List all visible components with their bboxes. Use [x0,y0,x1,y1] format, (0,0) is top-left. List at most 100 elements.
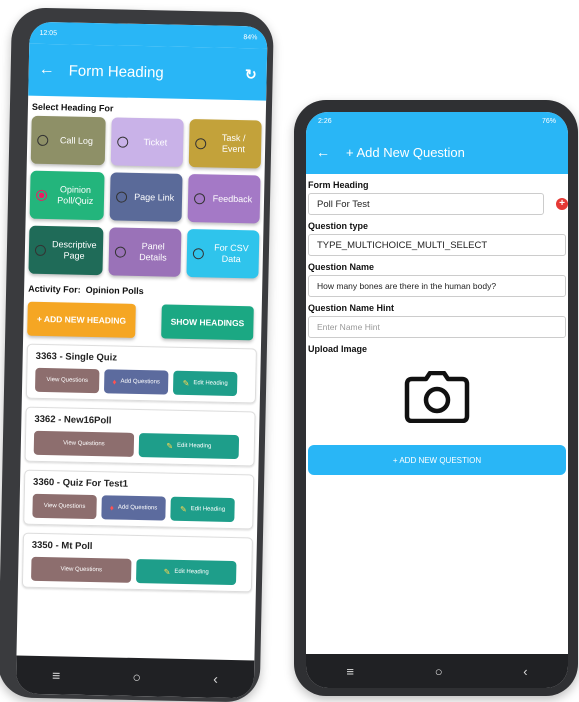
field-value: How many bones are there in the human bo… [317,281,497,291]
form-heading-label: Form Heading [308,180,369,190]
tile-descriptive-page[interactable]: Descriptive Page [28,225,103,276]
question-type-label: Question type [308,221,369,231]
app-bar: ← + Add New Question [306,130,568,174]
tile-label: Feedback [212,193,253,204]
field-placeholder: Enter Name Hint [317,322,380,332]
tile-task-event[interactable]: Task / Event [188,118,262,169]
pencil-icon: ✎ [163,567,171,577]
page-title: + Add New Question [346,144,465,160]
refresh-icon[interactable]: ↻ [245,66,257,83]
add-new-heading-button[interactable]: + ADD NEW HEADING [27,301,136,338]
system-nav-bar: ≡ ○ ‹ [306,654,568,688]
card-title: 3360 - Quiz For Test1 [32,476,129,490]
form-heading-field[interactable]: Poll For Test [308,193,544,215]
upload-image-label: Upload Image [308,344,368,354]
activity-for-value: Opinion Polls [85,284,144,297]
add-question-icon: ♦ [109,502,115,512]
add-heading-icon[interactable]: + [556,198,568,210]
radio-icon[interactable] [34,244,47,256]
radio-icon[interactable] [192,247,204,259]
radio-selected-icon[interactable] [35,189,48,201]
phone-left: 12:05 84% ← Form Heading ↻ Select Headin… [0,7,274,702]
tile-label: Descriptive Page [51,239,97,261]
add-questions-button[interactable]: ♦ Add Questions [103,369,169,395]
pencil-icon: ✎ [182,378,190,388]
system-nav-bar: ≡ ○ ‹ [15,655,255,699]
radio-icon[interactable] [37,134,49,146]
radio-icon[interactable] [193,192,205,204]
field-value: Poll For Test [317,198,370,210]
radio-icon[interactable] [116,135,128,148]
back-nav-icon[interactable]: ‹ [213,671,218,687]
button-label: View Questions [63,439,105,447]
status-battery: 84% [243,33,258,41]
tile-label: For CSV Data [214,242,249,265]
home-nav-icon[interactable]: ○ [435,664,443,679]
form-heading-row: Poll For Test + [306,193,568,215]
back-nav-icon[interactable]: ‹ [523,664,527,679]
button-label: Edit Heading [177,442,212,450]
tile-label: Opinion Poll/Quiz [57,184,94,206]
tile-panel-details[interactable]: Panel Details [107,227,182,277]
tile-call-log[interactable]: Call Log [30,115,106,166]
button-label: View Questions [60,565,103,573]
card-title: 3363 - Single Quiz [35,350,118,364]
show-headings-button[interactable]: SHOW HEADINGS [161,304,254,341]
radio-icon[interactable] [114,245,126,258]
tile-ticket[interactable]: Ticket [110,117,184,167]
phone-right: 2:26 76% ← + Add New Question Form Headi… [294,100,578,696]
tile-label: Ticket [143,136,168,148]
edit-heading-button[interactable]: ✎ Edit Heading [135,558,237,586]
phone-left-screen: 12:05 84% ← Form Heading ↻ Select Headin… [15,21,268,699]
button-label: View Questions [43,502,86,510]
tile-label: Page Link [134,191,175,203]
phone-right-screen: 2:26 76% ← + Add New Question Form Headi… [306,112,568,688]
question-hint-field[interactable]: Enter Name Hint [308,316,566,338]
menu-nav-icon[interactable]: ≡ [52,667,61,683]
tile-csv-data[interactable]: For CSV Data [186,228,260,279]
tile-label: Call Log [59,134,94,146]
radio-icon[interactable] [115,190,127,203]
question-name-field[interactable]: How many bones are there in the human bo… [308,275,566,297]
heading-type-grid: Call Log Ticket Task / Event Opinion Pol… [24,115,265,279]
question-name-label: Question Name [308,262,375,272]
home-nav-icon[interactable]: ○ [132,669,141,685]
edit-heading-button[interactable]: ✎ Edit Heading [138,433,240,460]
field-value: TYPE_MULTICHOICE_MULTI_SELECT [317,239,488,251]
tile-feedback[interactable]: Feedback [187,173,261,224]
edit-heading-button[interactable]: ✎ Edit Heading [170,496,235,523]
card-title: 3350 - Mt Poll [31,539,93,553]
app-bar: ← Form Heading ↻ [28,43,268,101]
add-questions-button[interactable]: ♦ Add Questions [101,495,166,521]
arrow-left-icon[interactable]: ← [39,61,63,79]
heading-card: 3363 - Single Quiz View Questions ♦ Add … [25,343,257,404]
button-label: Edit Heading [174,568,209,576]
question-type-select[interactable]: TYPE_MULTICHOICE_MULTI_SELECT [308,234,566,256]
button-label: Add Questions [117,504,158,511]
tile-label: Task / Event [221,132,246,155]
arrow-left-icon[interactable]: ← [316,144,346,160]
card-actions: View Questions ✎ Edit Heading [31,556,243,586]
radio-icon[interactable] [194,137,207,149]
activity-for-label: Activity For: [28,283,81,295]
card-actions: View Questions ♦ Add Questions ✎ Edit He… [32,493,244,523]
view-questions-button[interactable]: View Questions [33,430,135,457]
pencil-icon: ✎ [166,441,174,451]
view-questions-button[interactable]: View Questions [32,493,97,520]
menu-nav-icon[interactable]: ≡ [346,664,354,679]
card-actions: View Questions ✎ Edit Heading [33,430,246,460]
view-questions-button[interactable]: View Questions [31,556,132,583]
button-label: Edit Heading [190,505,226,513]
tile-page-link[interactable]: Page Link [109,172,183,222]
add-question-icon: ♦ [112,376,117,387]
edit-heading-button[interactable]: ✎ Edit Heading [172,370,238,397]
view-questions-button[interactable]: View Questions [34,367,100,394]
page-title: Form Heading [68,61,164,81]
pencil-icon: ✎ [179,504,187,514]
button-label: Add Questions [120,378,160,385]
camera-icon[interactable] [404,370,470,424]
button-label: Edit Heading [193,379,228,387]
tile-opinion-poll[interactable]: Opinion Poll/Quiz [29,170,105,221]
add-new-question-button[interactable]: + ADD NEW QUESTION [308,445,566,475]
heading-card: 3350 - Mt Poll View Questions ✎ Edit Hea… [21,532,253,593]
